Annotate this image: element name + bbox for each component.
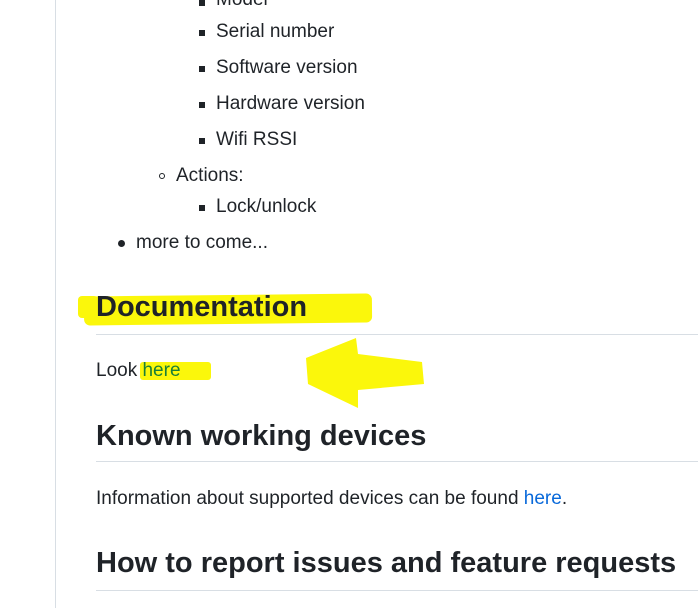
heading-how-to-report: How to report issues and feature request… (96, 547, 677, 579)
list-item-lock-unlock: Lock/unlock (216, 196, 317, 217)
bullet-disc-icon (118, 240, 125, 247)
highlight-mark-heading-start (78, 296, 98, 318)
arrow-left-icon (306, 338, 424, 408)
list-item-software-version: Software version (216, 57, 358, 78)
bullet-square-icon (199, 205, 205, 211)
bullet-circle-icon (159, 173, 165, 179)
period: . (561, 488, 568, 509)
list-item-model: Model (216, 0, 268, 12)
heading-divider (96, 590, 698, 591)
actions-label: Actions: (176, 165, 244, 186)
supported-devices-here-link[interactable]: here (524, 488, 562, 509)
documentation-here-link[interactable]: here (142, 360, 180, 381)
known-devices-paragraph: Information about supported devices can … (96, 487, 567, 511)
list-item-wifi-rssi: Wifi RSSI (216, 129, 298, 150)
list-item-more-to-come: more to come... (136, 232, 268, 253)
content-left-border (55, 0, 56, 608)
heading-known-working-devices: Known working devices (96, 420, 427, 452)
bullet-square-icon (199, 66, 205, 72)
bullet-square-icon (199, 102, 205, 108)
documentation-paragraph: Look here (96, 359, 181, 383)
bullet-square-icon (199, 0, 205, 6)
heading-divider (96, 461, 698, 462)
look-text: Look (96, 360, 138, 381)
list-item-serial-number: Serial number (216, 21, 335, 42)
list-item-hardware-version: Hardware version (216, 93, 365, 114)
bullet-square-icon (199, 138, 205, 144)
known-devices-text: Information about supported devices can … (96, 488, 519, 509)
heading-documentation: Documentation (96, 291, 308, 323)
heading-divider (96, 334, 698, 335)
bullet-square-icon (199, 30, 205, 36)
